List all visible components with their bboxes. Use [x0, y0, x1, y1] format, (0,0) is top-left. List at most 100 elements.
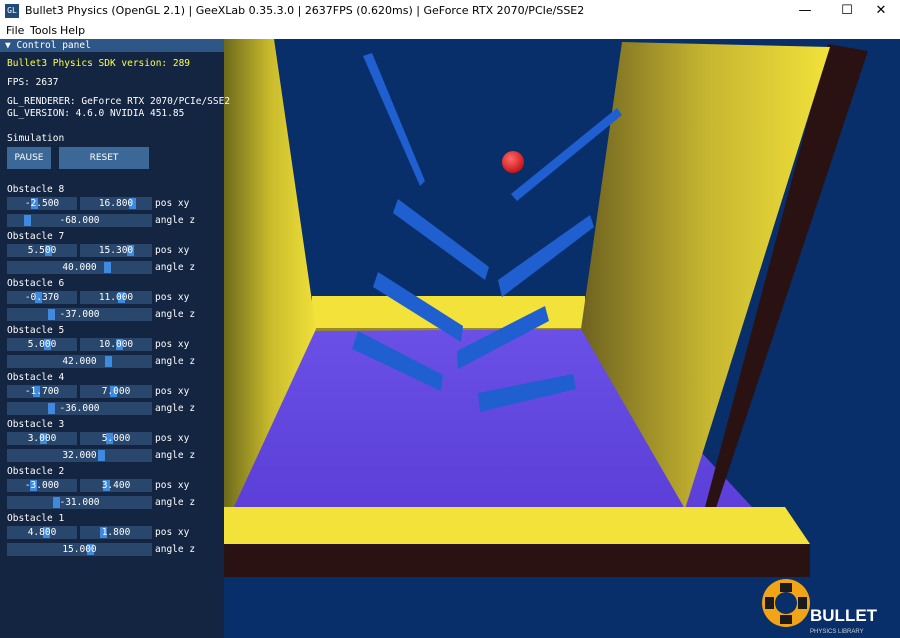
obstacle-4-pos-x-value: -1.700	[24, 386, 60, 397]
obstacle-8-angle-z-value: -68.000	[59, 215, 100, 226]
front-wall-side	[224, 544, 810, 577]
obstacle-6-label: Obstacle 6	[7, 278, 65, 289]
obstacle-8-pos-y-value: 16.800	[98, 198, 134, 209]
obstacle-6-angle-z-slider[interactable]: -37.000	[7, 308, 152, 321]
obstacle-4-label: Obstacle 4	[7, 372, 65, 383]
obstacle-4-pos-x-slider[interactable]: -1.700	[7, 385, 77, 398]
reset-button[interactable]: RESET	[59, 147, 149, 169]
obstacle-6-pos-x-value: -0.370	[24, 292, 60, 303]
obstacle-1-pos-y-value: 1.800	[101, 527, 131, 538]
pos-xy-label: pos xy	[155, 433, 190, 444]
obstacle-8-pos-x-value: -2.500	[24, 198, 60, 209]
angle-z-label: angle z	[155, 497, 196, 508]
red-ball	[502, 151, 524, 173]
obstacle-3-angle-z-slider[interactable]: 32.000	[7, 449, 152, 462]
obstacle-7-pos-x-slider[interactable]: 5.500	[7, 244, 77, 257]
obstacle-2-label: Obstacle 2	[7, 466, 65, 477]
obstacle-7-angle-z-value: 40.000	[62, 262, 97, 273]
sdk-version-text: Bullet3 Physics SDK version: 289	[7, 58, 191, 69]
obstacle-1-pos-y-slider[interactable]: 1.800	[80, 526, 152, 539]
obstacle-8-pos-y-slider[interactable]: 16.800	[80, 197, 152, 210]
obstacle-3-pos-y-slider[interactable]: 5.000	[80, 432, 152, 445]
obstacle-6	[393, 199, 489, 280]
obstacle-5-angle-z-slider[interactable]: 42.000	[7, 355, 152, 368]
pos-xy-label: pos xy	[155, 245, 190, 256]
obstacle-5-pos-x-value: 5.000	[27, 339, 57, 350]
front-wall-top	[224, 507, 810, 544]
obstacle-8-label: Obstacle 8	[7, 184, 65, 195]
maximize-button[interactable]: ☐	[828, 0, 866, 22]
obstacle-5-angle-z-value: 42.000	[62, 356, 97, 367]
obstacle-2-pos-x-slider[interactable]: -3.000	[7, 479, 77, 492]
angle-z-label: angle z	[155, 403, 196, 414]
angle-z-label: angle z	[155, 450, 196, 461]
pos-xy-label: pos xy	[155, 198, 190, 209]
menu-file[interactable]: File	[6, 22, 24, 39]
obstacle-7-angle-z-slider[interactable]: 40.000	[7, 261, 152, 274]
slider-grab-handle[interactable]	[48, 309, 55, 320]
angle-z-label: angle z	[155, 262, 196, 273]
obstacle-4-pos-y-slider[interactable]: 7.000	[80, 385, 152, 398]
obstacle-6-pos-x-slider[interactable]: -0.370	[7, 291, 77, 304]
obstacle-2-pos-y-value: 3.400	[101, 480, 131, 491]
pause-button[interactable]: PAUSE	[7, 147, 51, 169]
obstacle-2-angle-z-value: -31.000	[59, 497, 100, 508]
menu-tools[interactable]: Tools	[30, 22, 57, 39]
obstacle-3-label: Obstacle 3	[7, 419, 65, 430]
obstacle-5	[498, 215, 594, 297]
obstacle-7-pos-y-slider[interactable]: 15.300	[80, 244, 152, 257]
control-panel: ▼ Control panel Bullet3 Physics SDK vers…	[0, 39, 230, 638]
obstacle-1-pos-x-value: 4.800	[27, 527, 57, 538]
slider-grab-handle[interactable]	[48, 403, 55, 414]
obstacle-1-label: Obstacle 1	[7, 513, 65, 524]
pos-xy-label: pos xy	[155, 480, 190, 491]
obstacle-2-angle-z-slider[interactable]: -31.000	[7, 496, 152, 509]
pos-xy-label: pos xy	[155, 339, 190, 350]
gl-renderer-text: GL_RENDERER: GeForce RTX 2070/PCIe/SSE2	[7, 96, 231, 107]
obstacle-1-angle-z-value: 15.000	[62, 544, 97, 555]
menu-help[interactable]: Help	[60, 22, 85, 39]
obstacle-6-pos-y-value: 11.000	[98, 292, 134, 303]
obstacle-2-pos-y-slider[interactable]: 3.400	[80, 479, 152, 492]
simulation-label: Simulation	[7, 133, 65, 144]
close-button[interactable]: ✕	[862, 0, 900, 22]
obstacle-3-pos-x-slider[interactable]: 3.000	[7, 432, 77, 445]
angle-z-label: angle z	[155, 309, 196, 320]
obstacle-8-angle-z-slider[interactable]: -68.000	[7, 214, 152, 227]
obstacle-2-pos-x-value: -3.000	[24, 480, 60, 491]
pos-xy-label: pos xy	[155, 386, 190, 397]
slider-grab-handle[interactable]	[24, 215, 31, 226]
obstacle-5-pos-x-slider[interactable]: 5.000	[7, 338, 77, 351]
angle-z-label: angle z	[155, 215, 196, 226]
obstacle-4-angle-z-value: -36.000	[59, 403, 100, 414]
gl-version-text: GL_VERSION: 4.6.0 NVIDIA 451.85	[7, 108, 185, 119]
title-bar: GL Bullet3 Physics (OpenGL 2.1) | GeeXLa…	[0, 0, 900, 22]
obstacle-1-pos-x-slider[interactable]: 4.800	[7, 526, 77, 539]
window-title: Bullet3 Physics (OpenGL 2.1) | GeeXLab 0…	[25, 4, 585, 17]
obstacle-7-pos-x-value: 5.500	[27, 245, 57, 256]
obstacle-6-angle-z-value: -37.000	[59, 309, 100, 320]
pos-xy-label: pos xy	[155, 292, 190, 303]
slider-grab-handle[interactable]	[105, 356, 112, 367]
obstacle-8	[363, 53, 425, 186]
obstacle-7-pos-y-value: 15.300	[98, 245, 134, 256]
obstacle-4-pos-y-value: 7.000	[101, 386, 131, 397]
slider-grab-handle[interactable]	[98, 450, 105, 461]
bullet-logo-text: BULLET	[810, 606, 878, 625]
obstacle-8-pos-x-slider[interactable]: -2.500	[7, 197, 77, 210]
control-panel-header[interactable]: ▼ Control panel	[0, 39, 224, 52]
obstacle-6-pos-y-slider[interactable]: 11.000	[80, 291, 152, 304]
fps-text: FPS: 2637	[7, 77, 59, 88]
bullet-logo-subtext: PHYSICS LIBRARY	[810, 629, 864, 635]
obstacle-3-pos-y-value: 5.000	[101, 433, 131, 444]
minimize-button[interactable]: —	[786, 0, 824, 22]
obstacle-5-pos-y-value: 10.000	[98, 339, 134, 350]
app-icon: GL	[5, 4, 19, 18]
obstacle-4-angle-z-slider[interactable]: -36.000	[7, 402, 152, 415]
slider-grab-handle[interactable]	[104, 262, 111, 273]
obstacle-5-pos-y-slider[interactable]: 10.000	[80, 338, 152, 351]
obstacle-3-angle-z-value: 32.000	[62, 450, 97, 461]
pos-xy-label: pos xy	[155, 527, 190, 538]
bullet-logo: BULLET PHYSICS LIBRARY	[762, 579, 878, 635]
obstacle-1-angle-z-slider[interactable]: 15.000	[7, 543, 152, 556]
